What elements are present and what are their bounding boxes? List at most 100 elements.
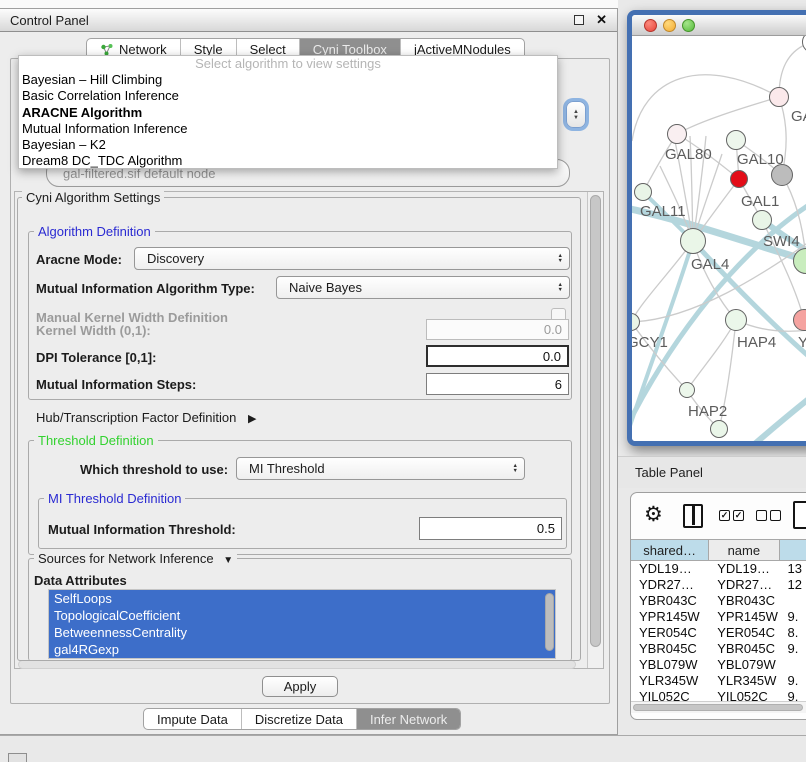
attribute-option[interactable]: BetweennessCentrality xyxy=(49,624,555,641)
algorithm-option[interactable]: Dream8 DC_TDC Algorithm xyxy=(19,153,557,169)
table-row[interactable]: YBR045CYBR045C9. xyxy=(631,641,806,657)
table-cell: YLR345W xyxy=(631,673,709,689)
table-row[interactable]: YDR27…YDR27…12 xyxy=(631,577,806,593)
table-row[interactable]: YDL19…YDL19…13 xyxy=(631,561,806,577)
deselect-all-checks-icon[interactable] xyxy=(756,510,781,521)
table-row[interactable]: YLR345WYLR345W9. xyxy=(631,673,806,689)
close-traffic-light[interactable] xyxy=(644,19,657,32)
settings-vertical-scrollbar[interactable] xyxy=(587,192,603,668)
bottom-left-button[interactable] xyxy=(8,753,27,762)
apply-button[interactable]: Apply xyxy=(262,676,338,697)
mi-type-combo[interactable]: Naive Bayes ▲▼ xyxy=(276,276,570,299)
table-cell: YPR145W xyxy=(631,609,709,625)
table-row[interactable]: YBR043CYBR043C xyxy=(631,593,806,609)
algorithm-option[interactable]: Basic Correlation Inference xyxy=(19,88,557,104)
network-node-gal11[interactable] xyxy=(634,183,652,201)
attributes-scrollbar-thumb[interactable] xyxy=(545,593,554,651)
table-panel-titlebar: Table Panel xyxy=(618,456,806,488)
tab-infer-network[interactable]: Infer Network xyxy=(357,709,460,729)
sources-title: Sources for Network Inference xyxy=(38,551,214,566)
mi-threshold-title: MI Threshold Definition xyxy=(44,491,185,506)
float-button[interactable] xyxy=(574,15,584,25)
document-icon[interactable] xyxy=(793,501,806,529)
algorithm-dropdown-list: Bayesian – Hill ClimbingBasic Correlatio… xyxy=(19,72,557,170)
table-cell: YPR145W xyxy=(709,609,779,625)
table-cell: 12 xyxy=(779,577,806,593)
table-cell: YDL19… xyxy=(631,561,709,577)
kernel-width-value: 0.0 xyxy=(544,322,562,337)
split-columns-icon[interactable] xyxy=(683,504,703,528)
apply-button-label: Apply xyxy=(284,679,317,694)
algorithm-option[interactable]: Bayesian – K2 xyxy=(19,137,557,153)
network-node-gal10[interactable] xyxy=(726,130,746,150)
table-row[interactable]: YBL079WYBL079W xyxy=(631,657,806,673)
mi-steps-field[interactable]: 6 xyxy=(426,373,569,395)
scrollbar-thumb[interactable] xyxy=(590,195,601,647)
network-node[interactable] xyxy=(771,164,793,186)
settings-horizontal-scrollbar[interactable] xyxy=(18,660,576,669)
column-header[interactable]: name xyxy=(709,540,779,560)
expand-down-icon: ▼ xyxy=(223,555,233,566)
kernel-width-field[interactable]: 0.0 xyxy=(426,319,569,340)
table-cell: YIL052C xyxy=(709,689,779,701)
gear-icon[interactable]: ⚙ xyxy=(644,502,663,527)
column-header[interactable]: shared… xyxy=(631,540,709,560)
which-threshold-combo[interactable]: MI Threshold ▲▼ xyxy=(236,457,525,480)
network-node-swi4[interactable] xyxy=(752,210,772,230)
data-attributes-list[interactable]: SelfLoopsTopologicalCoefficientBetweenne… xyxy=(48,589,556,659)
bottom-strip xyxy=(0,735,806,762)
tab-impute-data[interactable]: Impute Data xyxy=(144,709,242,729)
node-label: Y xyxy=(798,334,806,351)
attribute-option[interactable]: SelfLoops xyxy=(49,590,555,607)
table-cell: YBR045C xyxy=(631,641,709,657)
mi-threshold-value: 0.5 xyxy=(537,521,555,536)
close-icon[interactable]: ✕ xyxy=(596,15,607,25)
network-node-gal[interactable] xyxy=(769,87,789,107)
hub-definition-expander[interactable]: Hub/Transcription Factor Definition ▶ xyxy=(36,410,256,425)
algorithm-combo-stepper[interactable]: ▲ ▼ xyxy=(566,101,586,128)
table-horizontal-scrollbar[interactable] xyxy=(631,701,806,713)
table-cell: YER054C xyxy=(709,625,779,641)
algorithm-dropdown: Select algorithm to view settings Bayesi… xyxy=(18,55,558,169)
tab-discretize-data[interactable]: Discretize Data xyxy=(242,709,357,729)
table-cell: YDR27… xyxy=(709,577,779,593)
mi-threshold-field[interactable]: 0.5 xyxy=(419,517,562,540)
attribute-option[interactable]: gal4RGexp xyxy=(49,641,555,658)
network-node-hap4[interactable] xyxy=(725,309,747,331)
table-cell: YDL19… xyxy=(709,561,779,577)
table-cell: YBR043C xyxy=(709,593,779,609)
select-all-checks-icon[interactable]: ✓✓ xyxy=(719,510,744,521)
algorithm-option[interactable]: Mutual Information Inference xyxy=(19,121,557,137)
sources-expander[interactable]: Sources for Network Inference ▼ xyxy=(34,551,237,566)
table-toolbar: ⚙ ✓✓ xyxy=(631,493,806,539)
network-node[interactable] xyxy=(710,420,728,438)
column-header[interactable] xyxy=(780,540,806,560)
network-canvas[interactable]: GALGAL80GAL10GAL1GAL11SWI4GAL4GCY1HAP4YH… xyxy=(632,36,806,446)
aracne-mode-combo[interactable]: Discovery ▲▼ xyxy=(134,247,570,270)
node-label: GAL80 xyxy=(665,146,712,163)
network-graph-icon xyxy=(100,43,114,56)
algorithm-option[interactable]: Bayesian – Hill Climbing xyxy=(19,72,557,88)
dpi-tolerance-field[interactable]: 0.0 xyxy=(426,345,569,367)
algorithm-option[interactable]: ARACNE Algorithm xyxy=(19,105,557,121)
table-cell xyxy=(779,593,806,609)
network-node-gal1[interactable] xyxy=(730,170,748,188)
minimize-traffic-light[interactable] xyxy=(663,19,676,32)
network-node-hap2[interactable] xyxy=(679,382,695,398)
attribute-option[interactable]: TopologicalCoefficient xyxy=(49,607,555,624)
table-cell: YER054C xyxy=(631,625,709,641)
network-node-gal4[interactable] xyxy=(680,228,706,254)
table-row[interactable]: YPR145WYPR145W9. xyxy=(631,609,806,625)
node-label: GAL4 xyxy=(691,256,729,273)
table-cell: 8. xyxy=(779,625,806,641)
network-node-gal80[interactable] xyxy=(667,124,687,144)
node-label: GAL1 xyxy=(741,193,779,210)
zoom-traffic-light[interactable] xyxy=(682,19,695,32)
node-label: GCY1 xyxy=(632,334,668,351)
node-label: GAL xyxy=(791,108,806,125)
node-label: SWI4 xyxy=(763,233,800,250)
network-view-window[interactable]: GALGAL80GAL10GAL1GAL11SWI4GAL4GCY1HAP4YH… xyxy=(627,10,806,446)
scrollbar-thumb[interactable] xyxy=(633,704,803,711)
table-row[interactable]: YIL052CYIL052C9. xyxy=(631,689,806,701)
table-row[interactable]: YER054CYER054C8. xyxy=(631,625,806,641)
